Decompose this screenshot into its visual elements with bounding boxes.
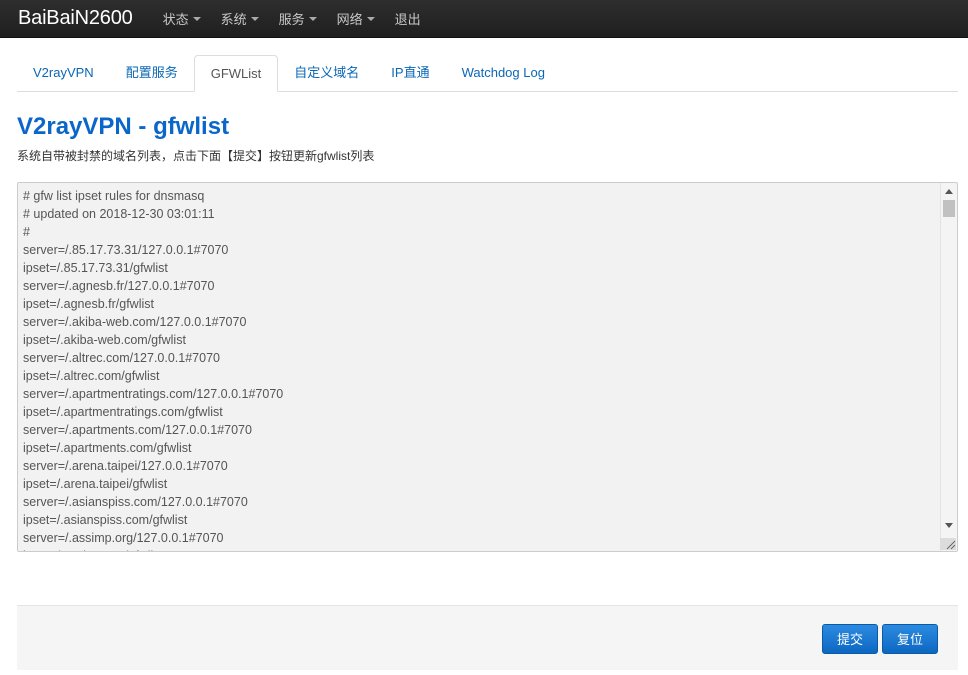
text-line: ipset=/.85.17.73.31/gfwlist <box>23 261 168 275</box>
text-line: ipset=/.asianspiss.com/gfwlist <box>23 513 188 527</box>
submit-button[interactable]: 提交 <box>822 624 878 654</box>
resize-handle-icon[interactable] <box>940 538 956 550</box>
text-line: server=/.agnesb.fr/127.0.0.1#7070 <box>23 279 215 293</box>
text-line: ipset=/.arena.taipei/gfwlist <box>23 477 168 491</box>
text-line: ipset=/.agnesb.fr/gfwlist <box>23 297 154 311</box>
text-line: server=/.asianspiss.com/127.0.0.1#7070 <box>23 495 248 509</box>
text-line: server=/.akiba-web.com/127.0.0.1#7070 <box>23 315 247 329</box>
chevron-down-icon <box>366 16 375 21</box>
tab-gfwlist[interactable]: GFWList <box>193 55 279 92</box>
page-title: V2rayVPN - gfwlist <box>17 113 230 140</box>
menu-network[interactable]: 网络 <box>327 9 385 28</box>
text-line: # updated on 2018-12-30 03:01:11 <box>23 207 215 221</box>
text-line: # gfw list ipset rules for dnsmasq <box>23 189 205 203</box>
menu-status-label: 状态 <box>162 12 189 27</box>
scroll-down-icon[interactable] <box>945 523 953 528</box>
gfwlist-textarea[interactable]: # gfw list ipset rules for dnsmasq # upda… <box>17 182 958 552</box>
vertical-scrollbar[interactable] <box>940 183 957 551</box>
text-line: server=/.assimp.org/127.0.0.1#7070 <box>23 531 224 545</box>
chevron-down-icon <box>308 16 317 21</box>
page-description: 系统自带被封禁的域名列表，点击下面【提交】按钮更新gfwlist列表 <box>17 149 375 163</box>
form-footer: 提交 复位 <box>17 605 958 670</box>
tab-config-service[interactable]: 配置服务 <box>110 55 194 92</box>
scrollbar-thumb[interactable] <box>943 200 955 217</box>
text-line: ipset=/.apartmentratings.com/gfwlist <box>23 405 223 419</box>
scroll-up-icon[interactable] <box>945 189 953 194</box>
menu-logout[interactable]: 退出 <box>385 9 431 28</box>
menu-services-label: 服务 <box>278 12 305 27</box>
menu-system[interactable]: 系统 <box>211 9 269 28</box>
reset-button[interactable]: 复位 <box>882 624 938 654</box>
tab-v2rayvpn[interactable]: V2rayVPN <box>17 55 110 92</box>
chevron-down-icon <box>192 16 201 21</box>
text-line: ipset=/.assimp.org/gfwlist <box>23 547 952 551</box>
text-line: ipset=/.akiba-web.com/gfwlist <box>23 333 186 347</box>
menu-services[interactable]: 服务 <box>269 9 327 28</box>
text-line: server=/.85.17.73.31/127.0.0.1#7070 <box>23 243 229 257</box>
text-line: ipset=/.altrec.com/gfwlist <box>23 369 160 383</box>
menu-logout-label: 退出 <box>394 12 421 27</box>
tab-ip-direct[interactable]: IP直通 <box>375 55 445 92</box>
brand-logo[interactable]: BaiBaiN2600 <box>18 7 133 30</box>
tab-bar: V2rayVPN 配置服务 GFWList 自定义域名 IP直通 Watchdo… <box>17 55 958 92</box>
top-navbar: BaiBaiN2600 状态 系统 服务 网络 退出 <box>0 0 968 38</box>
text-line: server=/.altrec.com/127.0.0.1#7070 <box>23 351 220 365</box>
menu-status[interactable]: 状态 <box>153 9 211 28</box>
text-line: server=/.apartmentratings.com/127.0.0.1#… <box>23 387 284 401</box>
text-line: ipset=/.apartments.com/gfwlist <box>23 441 192 455</box>
menu-system-label: 系统 <box>220 12 247 27</box>
tab-custom-domains[interactable]: 自定义域名 <box>278 55 375 92</box>
text-line: # <box>23 225 30 239</box>
text-line: server=/.apartments.com/127.0.0.1#7070 <box>23 423 252 437</box>
textarea-content: # gfw list ipset rules for dnsmasq # upda… <box>18 183 957 551</box>
menu-network-label: 网络 <box>336 12 363 27</box>
text-line: server=/.arena.taipei/127.0.0.1#7070 <box>23 459 228 473</box>
chevron-down-icon <box>250 16 259 21</box>
tab-watchdog-log[interactable]: Watchdog Log <box>446 55 561 92</box>
